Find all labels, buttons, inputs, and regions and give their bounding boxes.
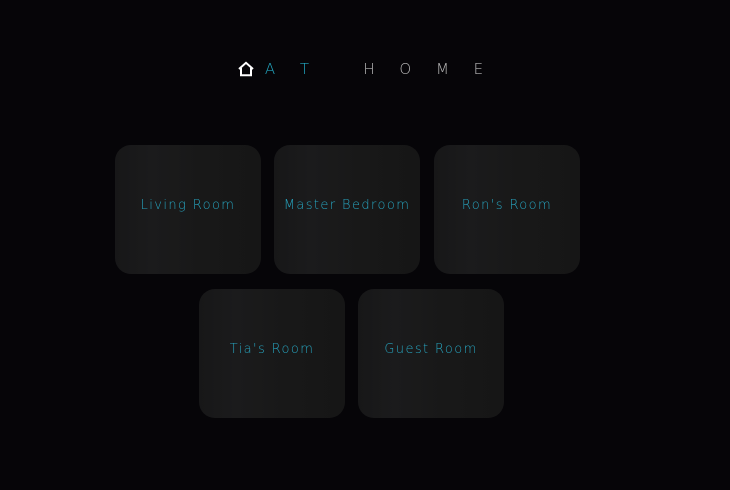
room-label: Master Bedroom xyxy=(283,198,411,213)
room-tile-living-room[interactable]: Living Room xyxy=(115,145,261,274)
room-label: Living Room xyxy=(140,198,236,213)
room-tile-rons-room[interactable]: Ron's Room xyxy=(434,145,580,274)
room-label: Tia's Room xyxy=(229,342,315,357)
page-header: A T H O M E xyxy=(0,58,730,80)
page-title: A T H O M E xyxy=(265,60,493,78)
title-accent: A T xyxy=(264,60,320,78)
room-tile-tias-room[interactable]: Tia's Room xyxy=(199,289,345,418)
room-label: Ron's Room xyxy=(461,198,553,213)
room-label: Guest Room xyxy=(384,342,478,357)
room-tile-guest-room[interactable]: Guest Room xyxy=(358,289,504,418)
room-tile-master-bedroom[interactable]: Master Bedroom xyxy=(274,145,420,274)
title-rest: H O M E xyxy=(363,60,494,78)
home-icon xyxy=(237,61,255,77)
